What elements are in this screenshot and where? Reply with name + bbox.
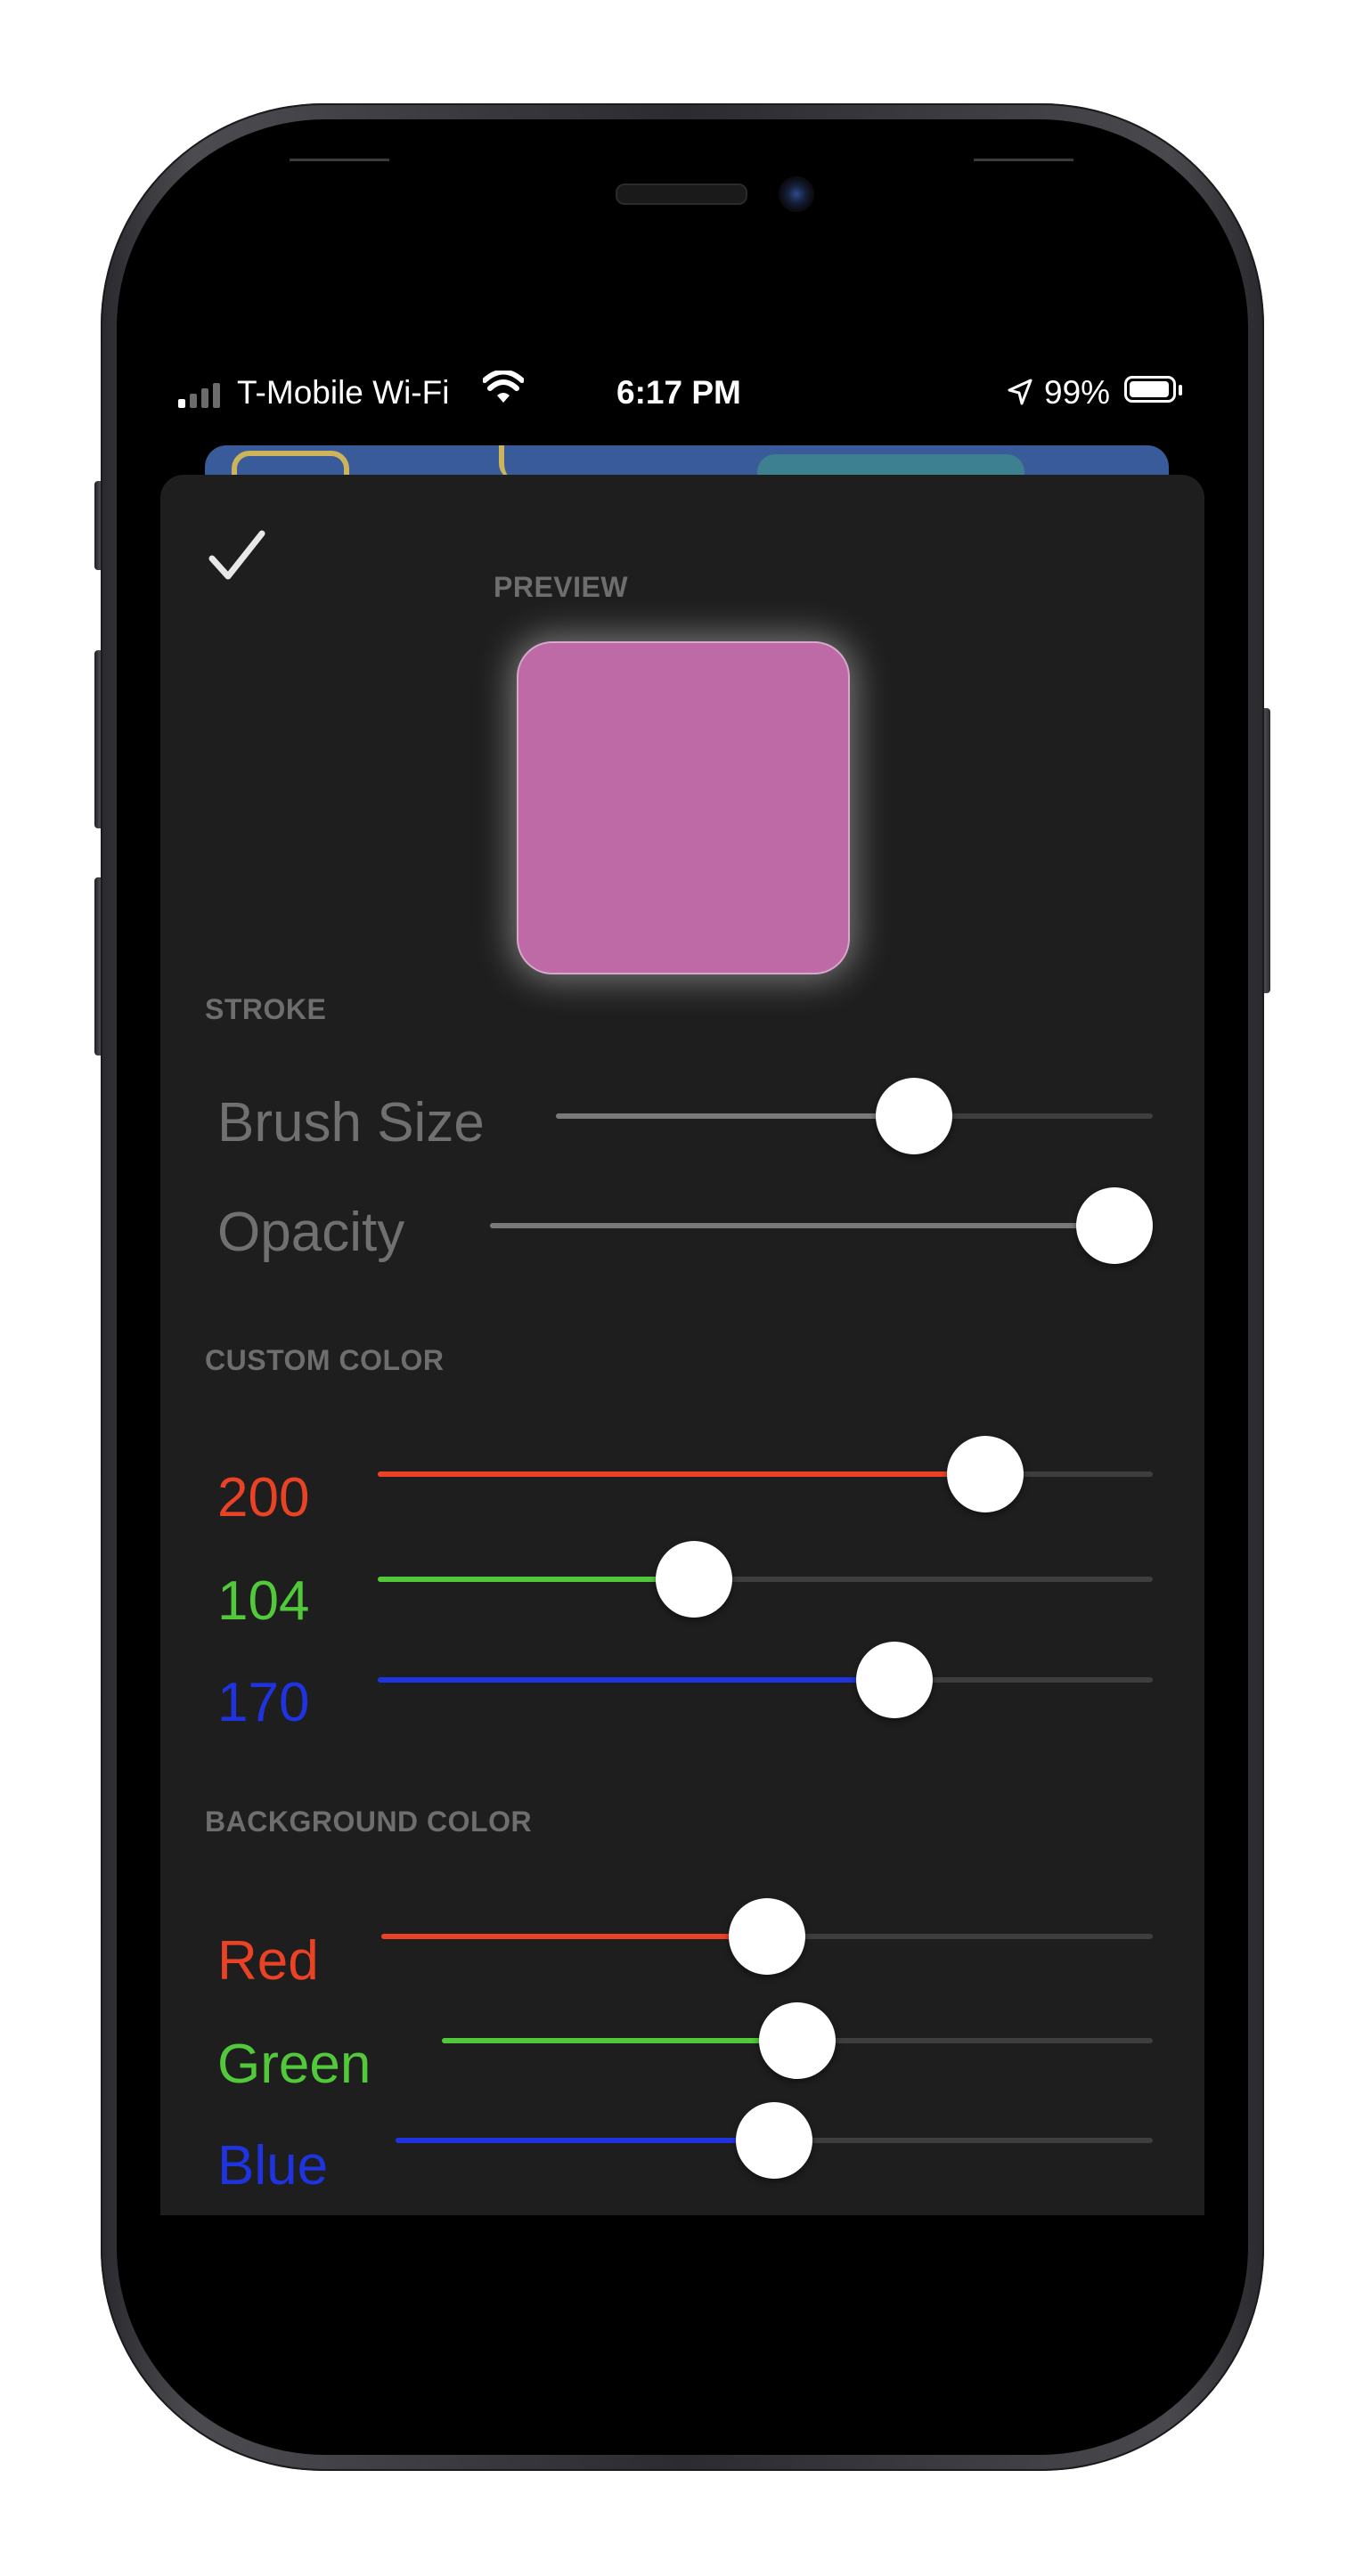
wifi-icon xyxy=(483,371,524,403)
earpiece-speaker xyxy=(616,183,747,205)
background-color-section-label: BACKGROUND COLOR xyxy=(205,1806,533,1838)
brush-settings-sheet: PREVIEW STROKE Brush Size Opacity CUSTOM… xyxy=(160,475,1204,2215)
custom-blue-value: 170 xyxy=(217,1672,310,1733)
battery-icon xyxy=(1124,376,1176,403)
brush-size-label: Brush Size xyxy=(217,1092,485,1153)
opacity-thumb[interactable] xyxy=(1076,1187,1153,1264)
antenna-line xyxy=(290,159,389,161)
custom-green-slider[interactable] xyxy=(378,1541,1153,1618)
background-green-label: Green xyxy=(217,2034,371,2095)
custom-green-thumb[interactable] xyxy=(655,1541,732,1618)
custom-red-slider[interactable] xyxy=(378,1436,1153,1512)
opacity-label: Opacity xyxy=(217,1202,405,1263)
custom-blue-slider[interactable] xyxy=(378,1642,1153,1718)
background-red-slider[interactable] xyxy=(381,1898,1153,1975)
preview-section-label: PREVIEW xyxy=(494,571,629,603)
brush-size-slider[interactable] xyxy=(556,1078,1153,1154)
background-green-thumb[interactable] xyxy=(759,2002,836,2079)
opacity-slider[interactable] xyxy=(490,1187,1153,1264)
stroke-section-label: STROKE xyxy=(205,993,327,1025)
background-blue-label: Blue xyxy=(217,2135,329,2197)
front-camera-icon xyxy=(779,176,814,212)
background-blue-slider[interactable] xyxy=(396,2102,1153,2179)
location-arrow-icon xyxy=(1008,379,1032,405)
signal-bars-icon xyxy=(178,383,220,408)
battery-percentage: 99% xyxy=(1044,374,1111,411)
custom-red-thumb[interactable] xyxy=(947,1436,1024,1512)
color-preview-swatch xyxy=(517,641,850,974)
background-blue-thumb[interactable] xyxy=(736,2102,812,2179)
brush-size-thumb[interactable] xyxy=(876,1078,952,1154)
status-bar: T-Mobile Wi-Fi 6:17 PM 99% xyxy=(175,371,1190,415)
battery-nub xyxy=(1179,385,1182,395)
checkmark-icon[interactable] xyxy=(207,528,267,583)
background-red-thumb[interactable] xyxy=(729,1898,805,1975)
custom-color-section-label: CUSTOM COLOR xyxy=(205,1344,445,1376)
clock-time: 6:17 PM xyxy=(616,374,741,411)
custom-blue-thumb[interactable] xyxy=(856,1642,933,1718)
custom-red-value: 200 xyxy=(217,1467,310,1528)
background-red-label: Red xyxy=(217,1930,319,1992)
antenna-line xyxy=(974,159,1073,161)
custom-green-value: 104 xyxy=(217,1570,310,1632)
background-green-slider[interactable] xyxy=(442,2002,1153,2079)
carrier-name: T-Mobile Wi-Fi xyxy=(237,374,450,411)
